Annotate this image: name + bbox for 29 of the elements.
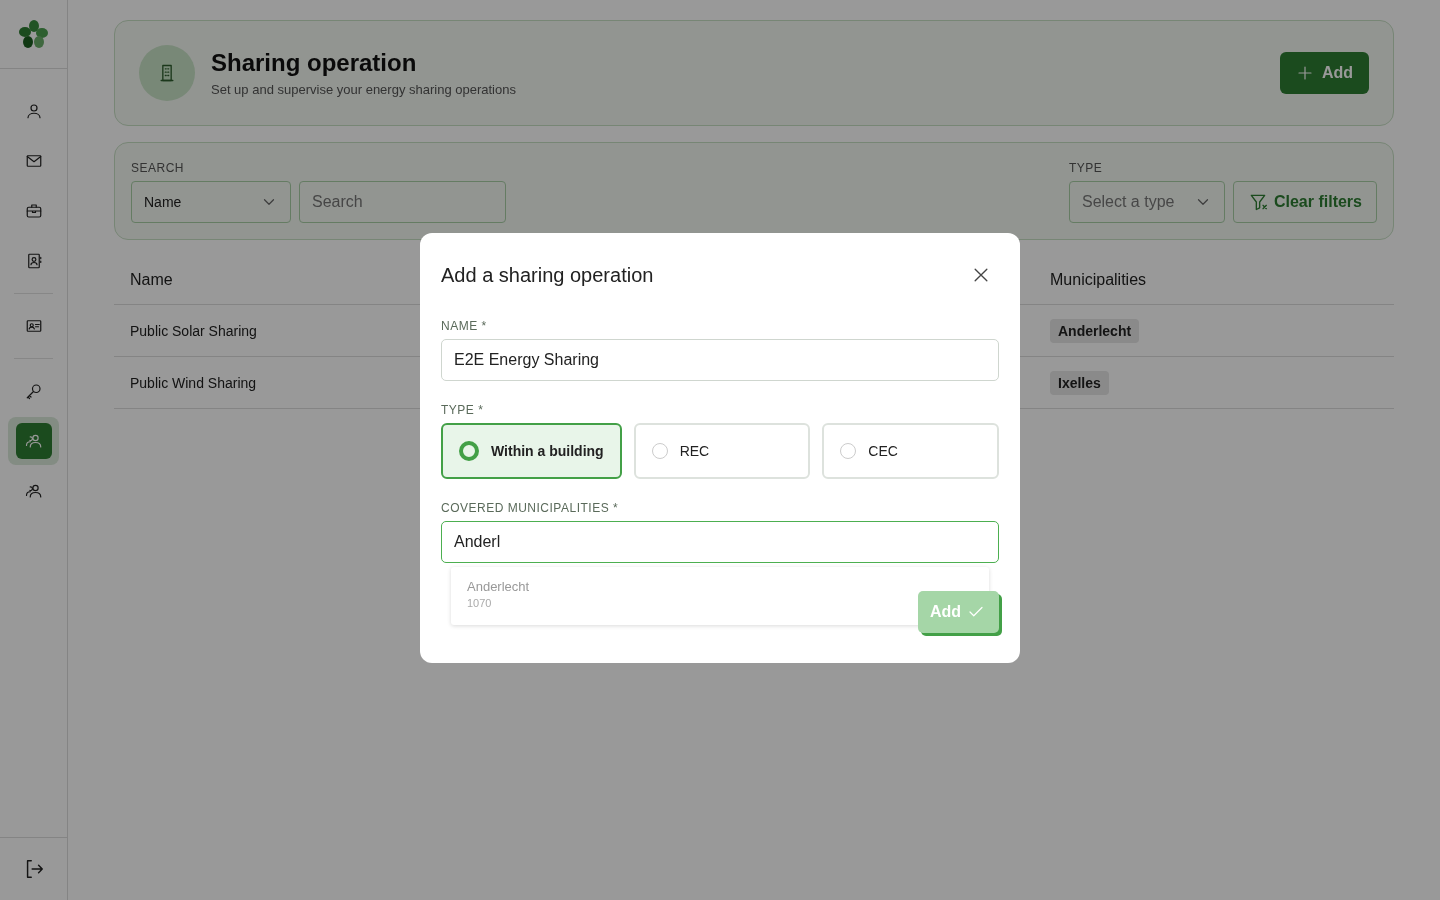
page-title: Sharing operation	[211, 49, 418, 77]
sidebar-item[interactable]	[15, 423, 52, 459]
mail-icon	[24, 152, 43, 170]
search-field[interactable]: Search	[299, 181, 506, 223]
type-label: TYPE	[1068, 161, 1104, 175]
add-button[interactable]: Add	[1279, 52, 1369, 94]
field-select[interactable]: Name	[131, 181, 291, 223]
briefcase-icon	[24, 202, 43, 220]
type-select[interactable]: Select a type	[1068, 181, 1225, 223]
name-field[interactable]: E2E Energy Sharing	[441, 339, 999, 381]
people-icon	[24, 432, 43, 450]
dialog-title: Add a sharing operation	[441, 263, 654, 287]
column-header: Municipalities	[1034, 256, 1394, 305]
people-icon	[24, 482, 43, 500]
clover-logo	[18, 19, 49, 49]
clear-filters-button[interactable]: Clear filters	[1232, 181, 1377, 223]
field-label: COVERED MUNICIPALITIES *	[441, 501, 620, 515]
municipality-tag: Anderlecht	[1050, 318, 1140, 343]
user-icon	[24, 102, 43, 120]
search-label: SEARCH	[131, 161, 185, 175]
type-option[interactable]: REC	[633, 423, 811, 479]
id-card-icon	[24, 317, 43, 335]
key-icon	[24, 382, 43, 400]
type-option[interactable]: Within a building	[441, 423, 622, 479]
page-subtitle: Set up and supervise your energy sharing operations	[211, 82, 517, 97]
field-label: NAME *	[441, 319, 488, 333]
type-option[interactable]: CEC	[822, 423, 999, 479]
municipality-tag: Ixelles	[1050, 370, 1109, 395]
municipalities-field[interactable]: Anderl	[441, 521, 999, 563]
